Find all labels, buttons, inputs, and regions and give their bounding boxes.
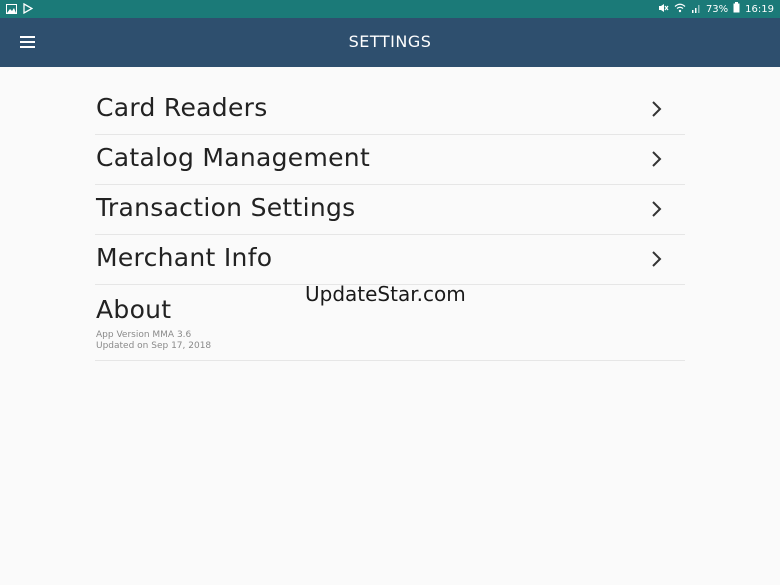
mute-icon [658, 3, 669, 16]
settings-item-label: Catalog Management [96, 143, 371, 172]
battery-percent: 73% [705, 3, 729, 15]
settings-list: Card Readers Catalog Management Transact… [95, 85, 685, 361]
settings-item-catalog-management[interactable]: Catalog Management [95, 135, 685, 185]
status-right-icons: 73% 16:19 [658, 2, 774, 16]
watermark: UpdateStar.com [305, 282, 466, 306]
clock: 16:19 [745, 3, 774, 15]
chevron-right-icon [651, 99, 663, 119]
app-bar: SETTINGS [0, 18, 780, 67]
chevron-right-icon [651, 249, 663, 269]
play-store-icon [23, 2, 34, 17]
settings-item-card-readers[interactable]: Card Readers [95, 85, 685, 135]
chevron-right-icon [651, 149, 663, 169]
settings-item-merchant-info[interactable]: Merchant Info [95, 235, 685, 285]
chevron-right-icon [651, 199, 663, 219]
wifi-icon [674, 3, 686, 16]
image-icon [6, 3, 17, 17]
settings-item-label: Card Readers [96, 93, 268, 122]
app-updated-date: Updated on Sep 17, 2018 [96, 341, 212, 351]
settings-item-transaction-settings[interactable]: Transaction Settings [95, 185, 685, 235]
app-version: App Version MMA 3.6 [96, 330, 192, 340]
battery-icon [733, 2, 740, 16]
settings-item-label: Transaction Settings [96, 193, 356, 222]
page-title: SETTINGS [348, 32, 432, 51]
status-left-icons [6, 2, 34, 17]
status-bar: 73% 16:19 [0, 0, 780, 18]
settings-item-label: Merchant Info [96, 243, 273, 272]
signal-icon [691, 3, 701, 16]
about-label: About [96, 295, 172, 324]
